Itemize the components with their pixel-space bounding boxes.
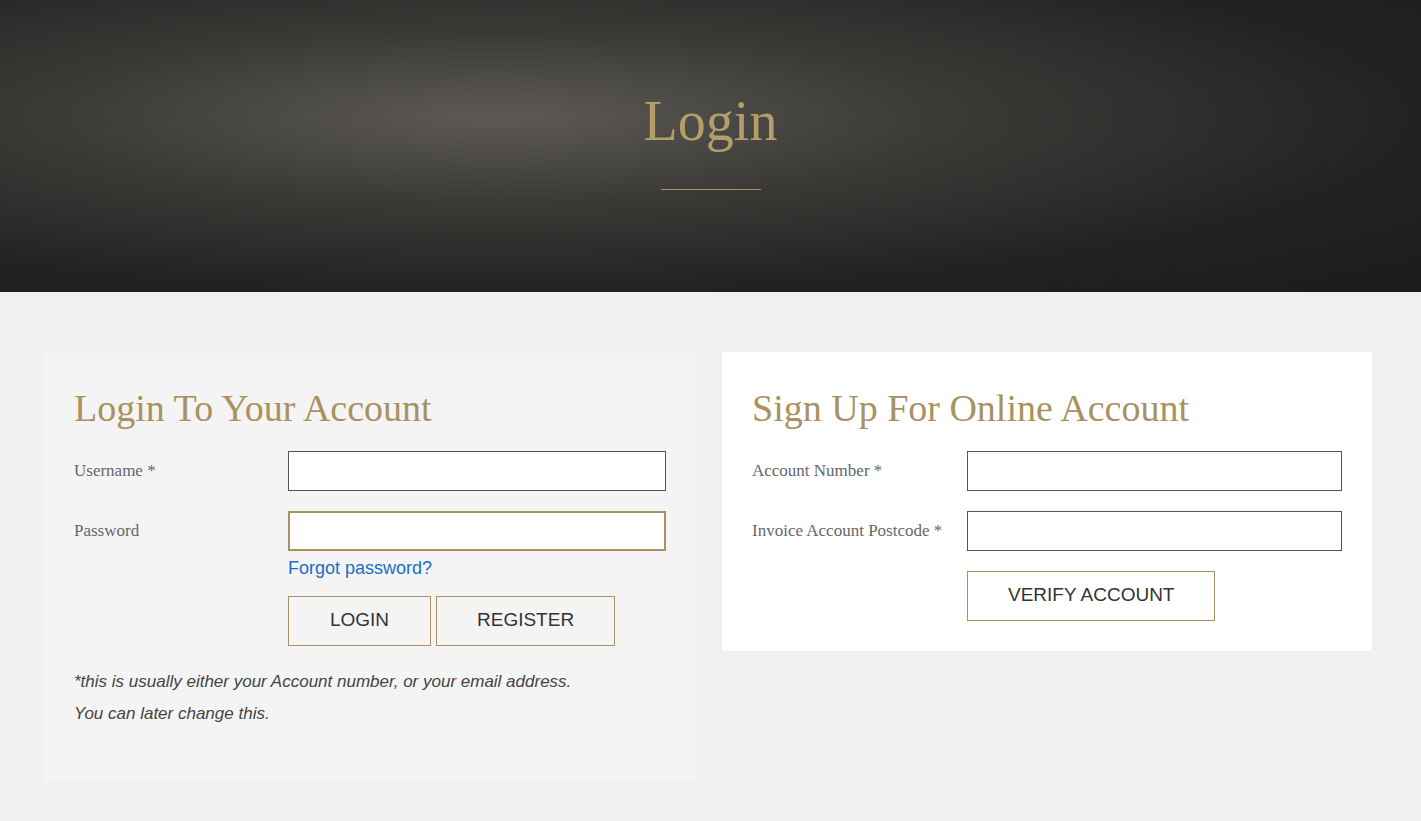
field-label: Username * [74, 458, 288, 484]
field-label: Account Number * [752, 458, 967, 484]
register-button[interactable]: REGISTER [436, 596, 615, 646]
form-row: Invoice Account Postcode * [752, 511, 1342, 551]
field-label: Password [74, 518, 288, 544]
note-line: *this is usually either your Account num… [74, 666, 666, 698]
signup-panel: Sign Up For Online Account Account Number… [722, 352, 1372, 651]
hero-banner: Login [0, 0, 1421, 292]
note-line: You can later change this. [74, 698, 666, 730]
help-note: *this is usually either your Account num… [74, 666, 666, 730]
login-button[interactable]: LOGIN [288, 596, 431, 646]
text-input[interactable] [288, 451, 666, 491]
button-row: LOGINREGISTER [288, 596, 666, 646]
text-input[interactable] [288, 511, 666, 551]
verify-account-button[interactable]: VERIFY ACCOUNT [967, 571, 1215, 621]
form-row: Account Number * [752, 451, 1342, 491]
field-label: Invoice Account Postcode * [752, 518, 967, 544]
button-row: VERIFY ACCOUNT [967, 571, 1342, 621]
form-row: Username * [74, 451, 666, 491]
text-input[interactable] [967, 451, 1342, 491]
login-panel: Login To Your Account Username * PasswordF… [43, 352, 696, 782]
text-input[interactable] [967, 511, 1342, 551]
page-title: Login [0, 0, 1421, 155]
signup-actions: VERIFY ACCOUNT [967, 571, 1342, 621]
panels: Login To Your Account Username * PasswordF… [0, 292, 1421, 782]
form-row: Password [74, 511, 666, 551]
login-actions: Forgot password? LOGINREGISTER [288, 551, 666, 646]
panel-heading: Login To Your Account [74, 386, 666, 432]
title-divider [661, 189, 761, 190]
panel-heading: Sign Up For Online Account [752, 386, 1342, 432]
forgot-password-link[interactable]: Forgot password? [288, 555, 432, 582]
